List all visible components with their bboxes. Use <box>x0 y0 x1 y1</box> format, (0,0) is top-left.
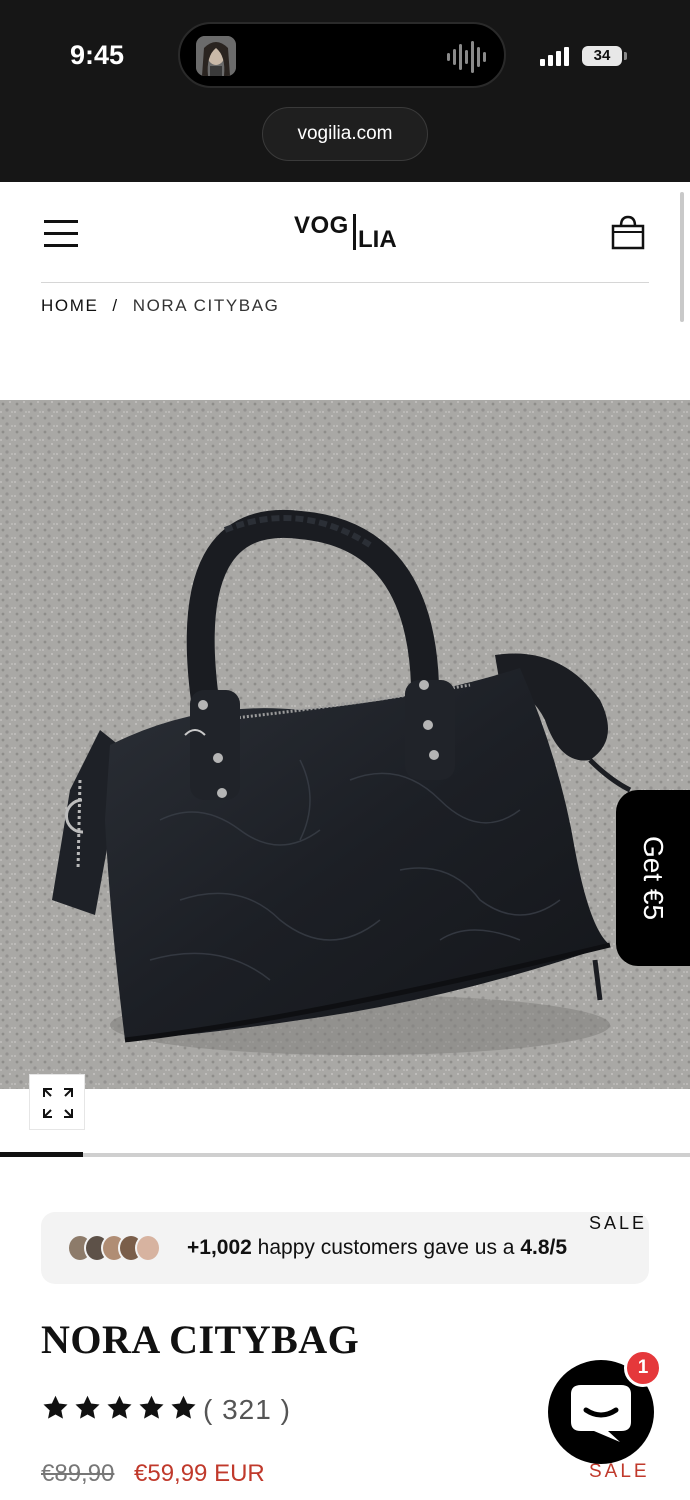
customer-count: +1,002 <box>187 1236 252 1259</box>
breadcrumb-current: NORA CITYBAG <box>132 296 280 315</box>
status-bar: 9:45 34 vogilia.com <box>0 0 690 182</box>
sale-badge-bottom: SALE <box>589 1461 650 1482</box>
social-proof-middle: happy customers gave us a <box>251 1236 521 1259</box>
audio-waveform-icon <box>446 40 486 74</box>
scrollbar[interactable] <box>680 192 684 322</box>
logo-text-part2: LIA <box>358 226 397 253</box>
product-title: NORA CITYBAG <box>41 1317 360 1362</box>
site-logo[interactable]: VOG LIA <box>294 208 404 256</box>
breadcrumb-home[interactable]: HOME <box>41 296 98 316</box>
logo-text-part1: VOG <box>294 212 349 239</box>
get-discount-label: Get €5 <box>638 835 669 921</box>
review-count[interactable]: ( 321 ) <box>203 1394 291 1426</box>
star-icon <box>171 1395 196 1419</box>
original-price: €89,90 <box>41 1460 115 1487</box>
gallery-progress-fill <box>0 1152 83 1157</box>
star-icon <box>107 1395 132 1419</box>
breadcrumb-separator: / <box>112 296 119 315</box>
dynamic-island[interactable] <box>178 22 506 88</box>
average-rating: 4.8/5 <box>520 1236 568 1259</box>
hamburger-menu-icon[interactable] <box>44 219 80 249</box>
address-bar[interactable]: vogilia.com <box>262 107 428 161</box>
social-proof-banner: +1,002 happy customers gave us a 4.8/5 <box>41 1212 649 1284</box>
star-icon <box>75 1395 100 1419</box>
sale-badge: SALE <box>589 1213 648 1233</box>
cellular-signal-icon <box>540 46 572 71</box>
star-icon <box>139 1395 164 1419</box>
chat-notification-badge: 1 <box>624 1349 662 1387</box>
expand-icon[interactable] <box>29 1074 85 1130</box>
sale-price: €59,99 EUR <box>134 1460 265 1487</box>
battery-nub <box>624 52 627 60</box>
star-rating[interactable] <box>41 1394 198 1422</box>
get-discount-tab[interactable]: Get €5 <box>616 790 690 966</box>
now-playing-artwork <box>196 36 236 76</box>
star-icon <box>43 1395 68 1419</box>
avatar <box>135 1234 161 1262</box>
product-image[interactable] <box>0 400 690 1089</box>
customer-avatars <box>67 1234 163 1264</box>
clock: 9:45 <box>70 40 125 70</box>
social-proof-text: +1,002 happy customers gave us a 4.8/5 <box>187 1236 567 1260</box>
breadcrumb: HOME / NORA CITYBAG <box>41 296 279 316</box>
logo-divider-bar <box>353 214 356 250</box>
header-divider <box>41 282 649 283</box>
shopping-bag-icon[interactable] <box>608 214 648 254</box>
gallery-progress-track <box>0 1153 690 1157</box>
battery-indicator: 34 <box>582 46 622 66</box>
